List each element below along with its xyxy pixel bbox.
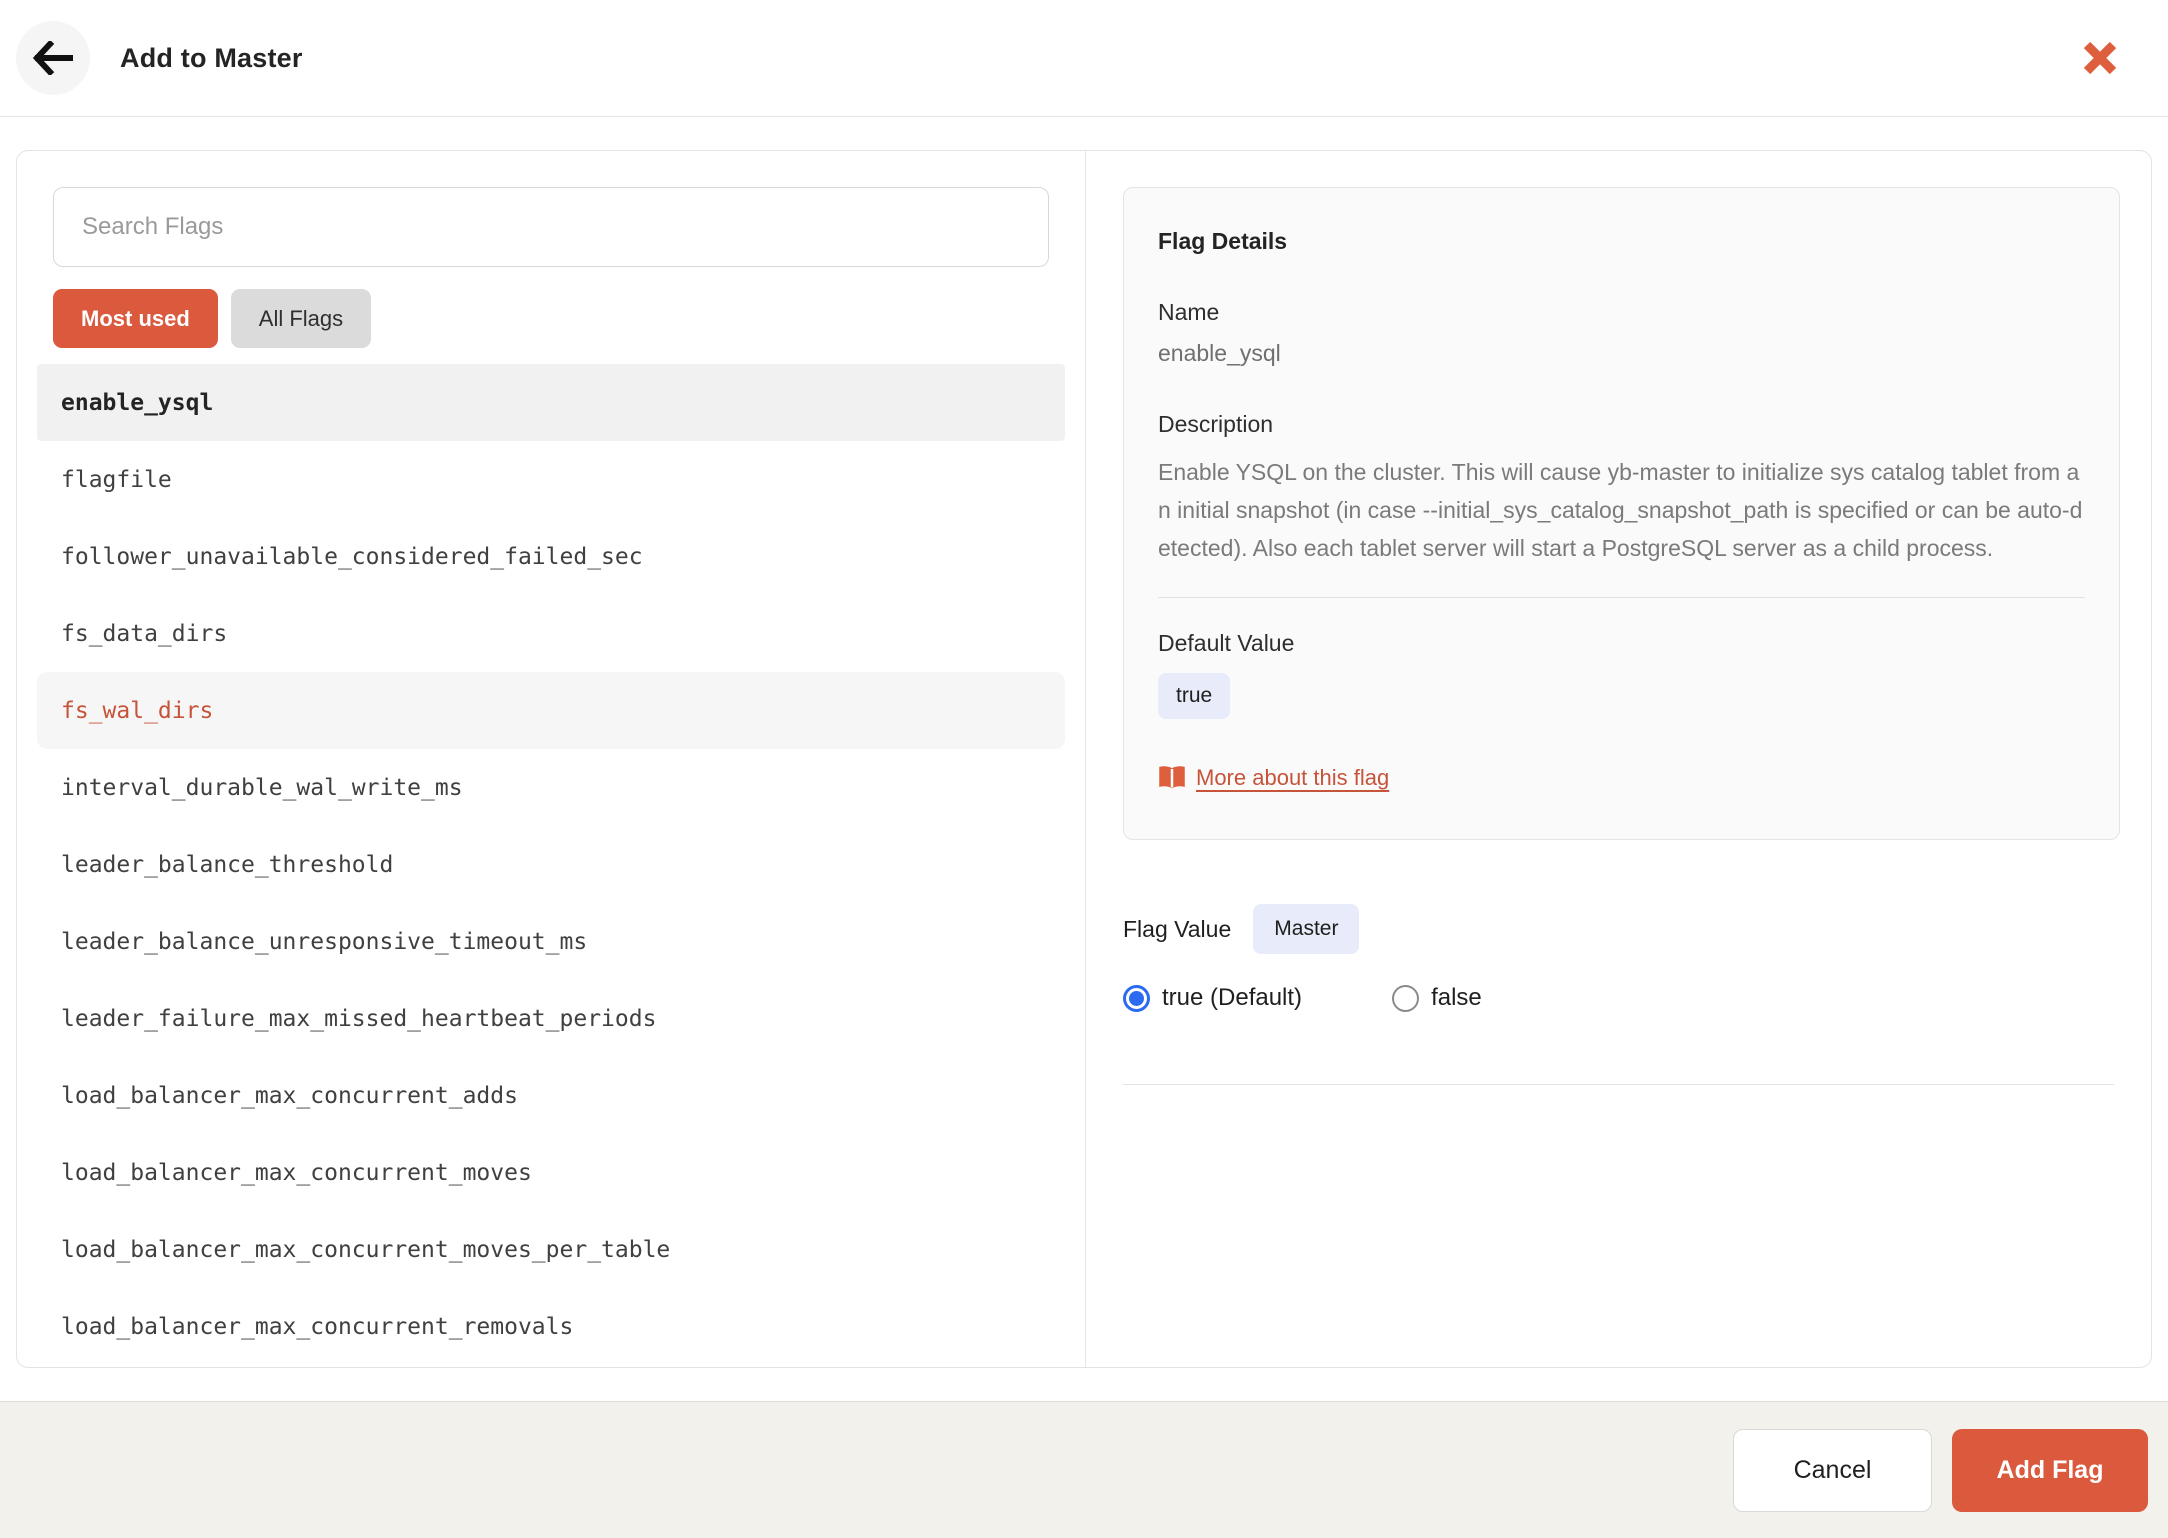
flag-list-item[interactable]: load_balancer_max_concurrent_moves — [37, 1134, 1065, 1211]
flag-list-item[interactable]: fs_data_dirs — [37, 595, 1065, 672]
tab-most-used[interactable]: Most used — [53, 289, 218, 348]
radio-unselected-icon — [1392, 985, 1419, 1012]
flag-list-item[interactable]: flagfile — [37, 441, 1065, 518]
flag-list-item[interactable]: fs_wal_dirs — [37, 672, 1065, 749]
radio-selected-icon — [1123, 985, 1150, 1012]
close-button[interactable] — [2076, 34, 2124, 82]
flag-details-title: Flag Details — [1158, 228, 2085, 255]
flag-list-item[interactable]: leader_balance_threshold — [37, 826, 1065, 903]
default-value-badge: true — [1158, 673, 1230, 719]
radio-option-true[interactable]: true (Default) — [1123, 984, 1302, 1012]
default-value-label: Default Value — [1158, 630, 2085, 657]
more-about-flag-label: More about this flag — [1196, 765, 1389, 791]
name-label: Name — [1158, 299, 2085, 326]
radio-option-false[interactable]: false — [1392, 984, 1482, 1012]
flag-list: enable_ysql flagfile follower_unavailabl… — [37, 364, 1065, 1365]
flag-name-field: Name enable_ysql — [1158, 299, 2085, 367]
add-flag-modal: Add to Master Most used All Flags enable… — [0, 0, 2168, 1538]
back-button[interactable] — [16, 21, 90, 95]
flag-list-item[interactable]: follower_unavailable_considered_failed_s… — [37, 518, 1065, 595]
modal-header: Add to Master — [0, 0, 2168, 117]
add-flag-button[interactable]: Add Flag — [1952, 1429, 2148, 1512]
more-about-flag-link[interactable]: More about this flag — [1158, 765, 1389, 791]
flag-value-header: Flag Value Master — [1123, 904, 2114, 954]
flag-list-item[interactable]: leader_failure_max_missed_heartbeat_peri… — [37, 980, 1065, 1057]
flag-detail-pane: Flag Details Name enable_ysql Descriptio… — [1086, 151, 2151, 1367]
close-icon — [2081, 39, 2119, 77]
modal-body: Most used All Flags enable_ysql flagfile… — [0, 117, 2168, 1401]
description-text: Enable YSQL on the cluster. This will ca… — [1158, 453, 2085, 567]
default-value-field: Default Value true — [1158, 630, 2085, 719]
content-panel: Most used All Flags enable_ysql flagfile… — [16, 150, 2152, 1368]
flag-value-divider — [1123, 1084, 2114, 1085]
modal-footer: Cancel Add Flag — [0, 1401, 2168, 1538]
book-icon — [1158, 766, 1186, 790]
flag-list-item[interactable]: load_balancer_max_concurrent_adds — [37, 1057, 1065, 1134]
name-value: enable_ysql — [1158, 340, 2085, 367]
flag-list-item[interactable]: interval_durable_wal_write_ms — [37, 749, 1065, 826]
cancel-button[interactable]: Cancel — [1733, 1429, 1932, 1512]
description-label: Description — [1158, 411, 2085, 438]
radio-option-true-label: true (Default) — [1162, 984, 1302, 1012]
flag-description-field: Description Enable YSQL on the cluster. … — [1158, 411, 2085, 567]
search-input[interactable] — [53, 187, 1049, 267]
radio-option-false-label: false — [1431, 984, 1482, 1012]
flag-details-card: Flag Details Name enable_ysql Descriptio… — [1123, 187, 2120, 840]
flag-value-label: Flag Value — [1123, 916, 1231, 943]
scope-badge: Master — [1253, 904, 1359, 954]
flag-list-item[interactable]: leader_balance_unresponsive_timeout_ms — [37, 903, 1065, 980]
flag-browser: Most used All Flags enable_ysql flagfile… — [17, 151, 1086, 1367]
flag-value-options: true (Default) false — [1123, 984, 2114, 1012]
flag-list-item[interactable]: load_balancer_max_concurrent_removals — [37, 1288, 1065, 1365]
details-divider — [1158, 597, 2085, 598]
arrow-left-icon — [33, 41, 73, 75]
flag-filter-tabs: Most used All Flags — [53, 289, 1049, 348]
flag-list-item[interactable]: load_balancer_max_concurrent_moves_per_t… — [37, 1211, 1065, 1288]
flag-list-item[interactable]: enable_ysql — [37, 364, 1065, 441]
tab-all-flags[interactable]: All Flags — [231, 289, 371, 348]
page-title: Add to Master — [120, 43, 2076, 74]
